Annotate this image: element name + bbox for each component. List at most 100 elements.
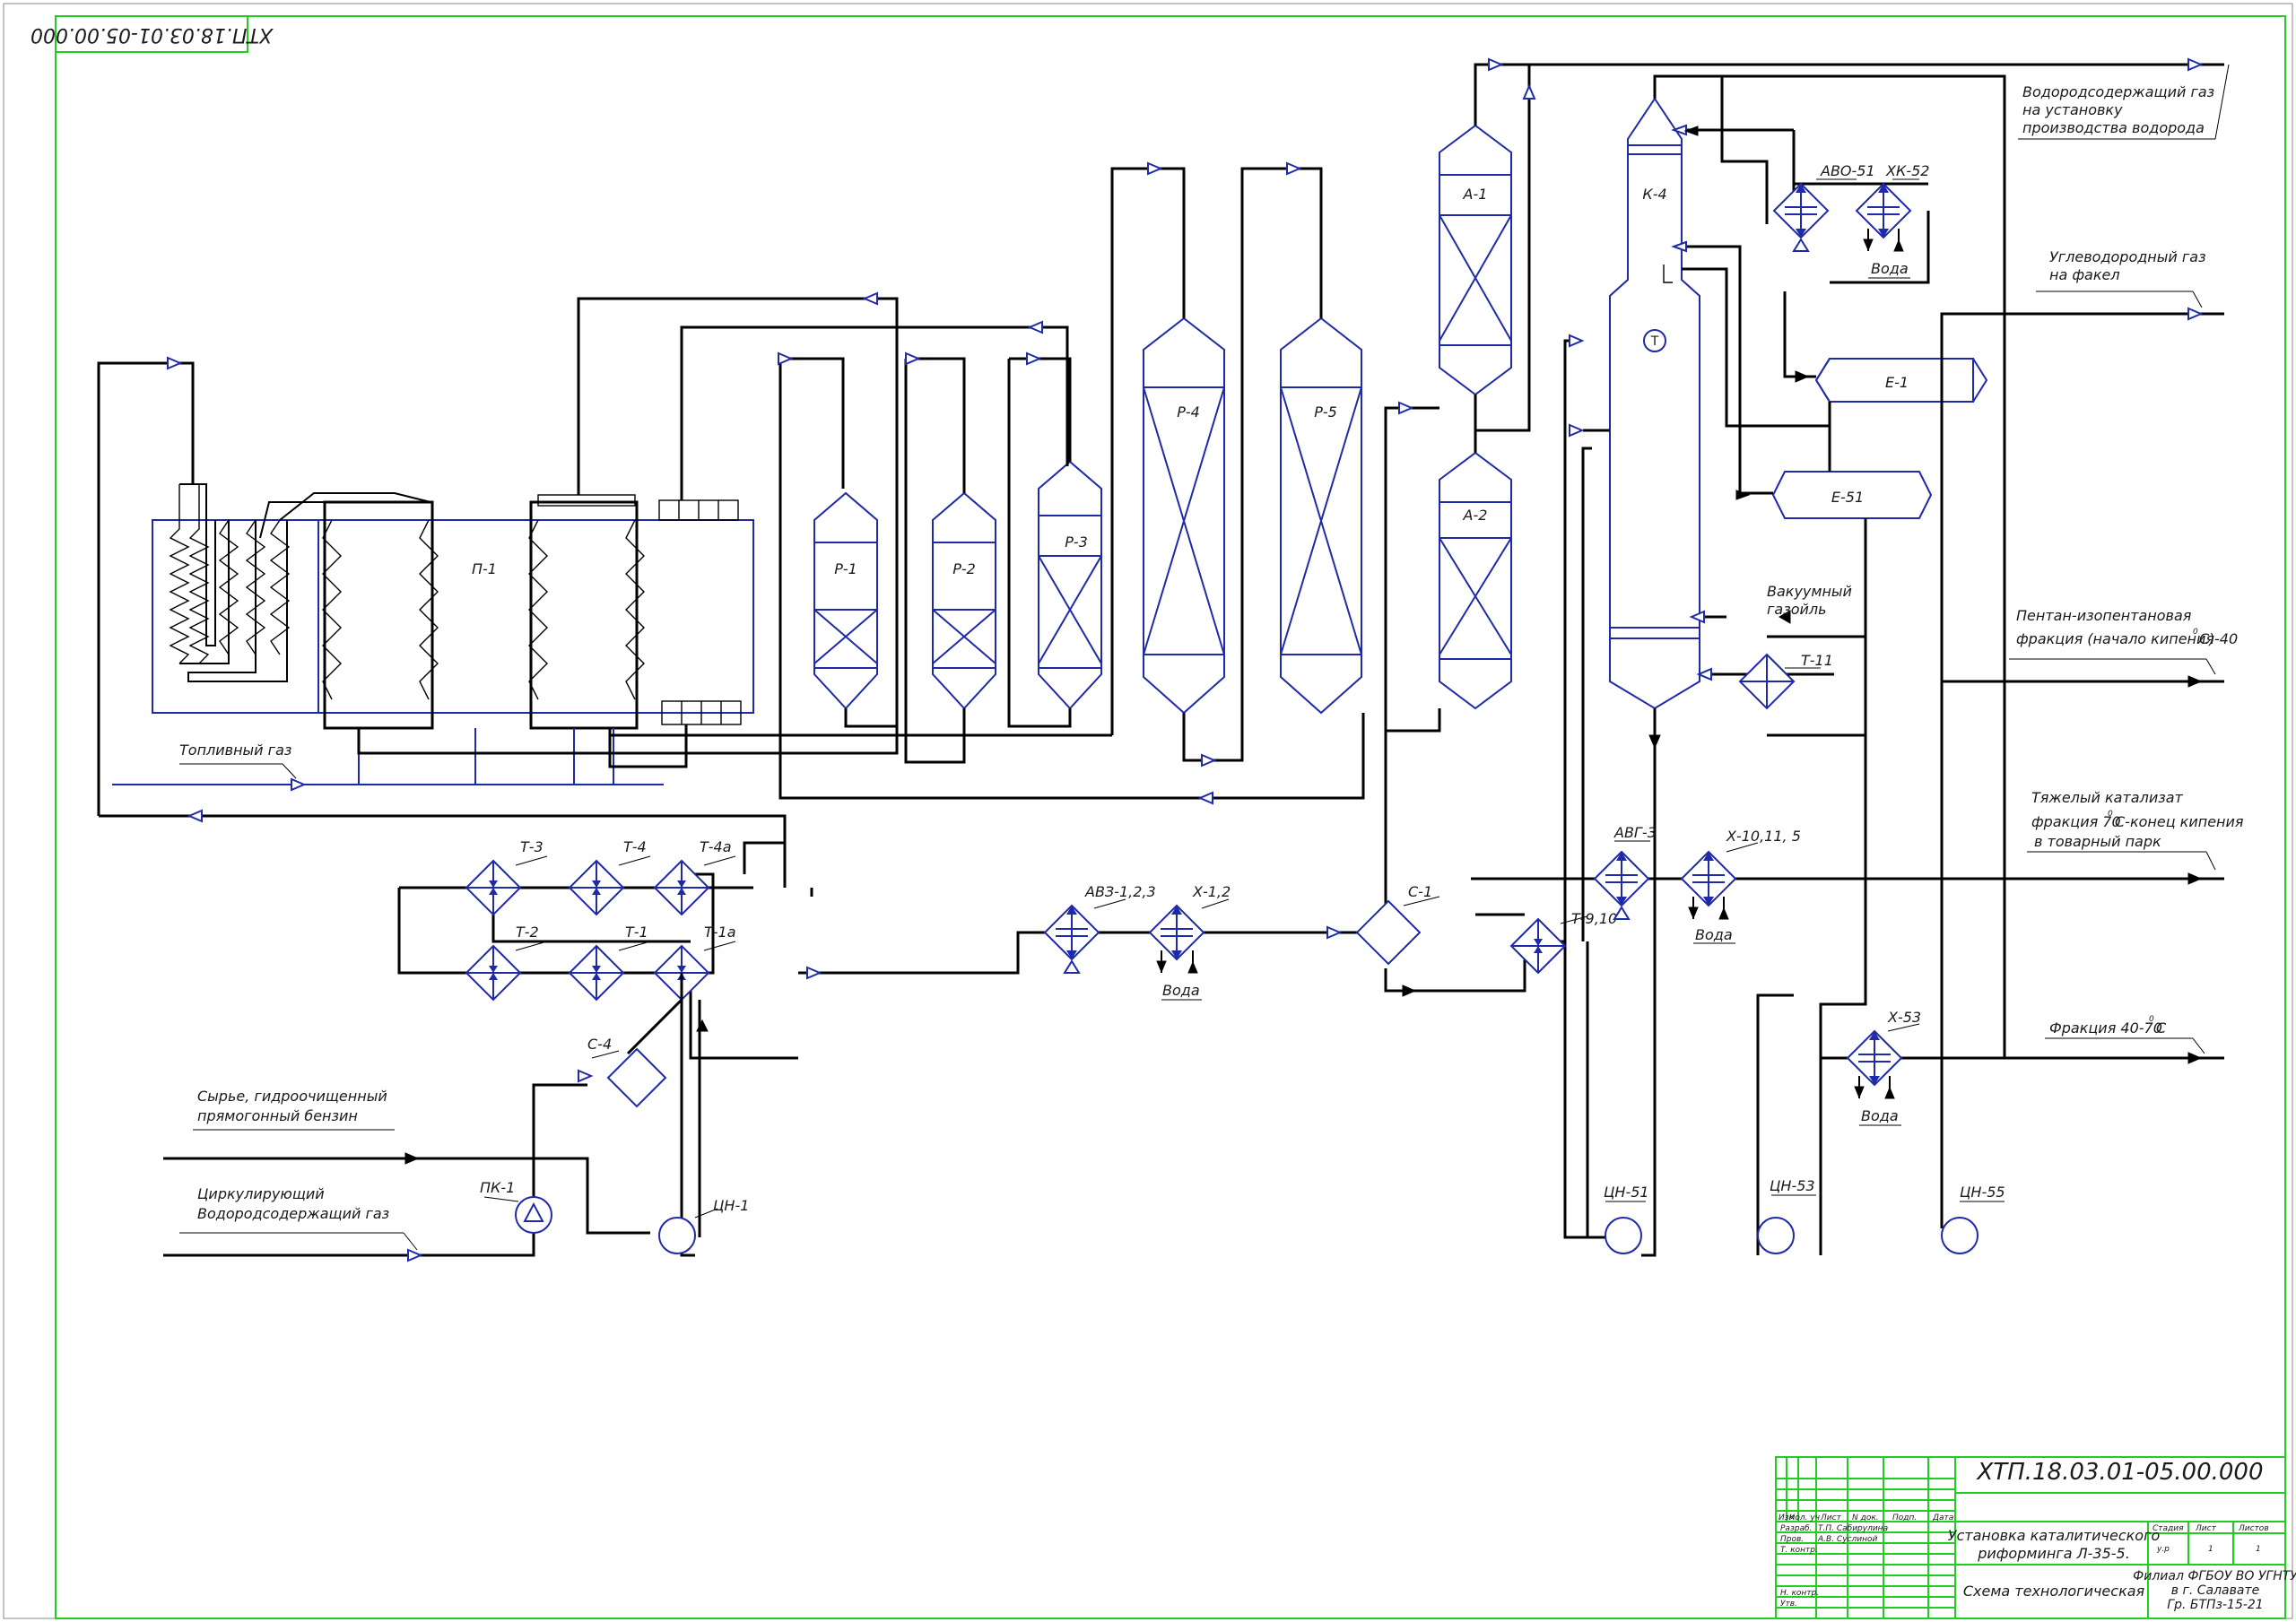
title-doc-code: ХТП.18.03.01-05.00.000 [1976, 1459, 2264, 1486]
exchanger-t11: Т-11 [1738, 652, 1833, 710]
process-flow-diagram: ХТП.18.03.01-05.00.000 П-1 Топливный газ… [3, 3, 2296, 1619]
reactor-p4: Р-4 [1143, 317, 1225, 715]
svg-text:Т-3: Т-3 [520, 838, 544, 855]
svg-text:Т. контр.: Т. контр. [1780, 1546, 1818, 1555]
air-cooler-avg3: АВГ-3 [1594, 824, 1657, 920]
stream-hydrogen: Водородсодержащий газ на установку произ… [2018, 64, 2230, 140]
vessel-label-e51: Е-51 [1831, 489, 1864, 506]
svg-text:Углеводородный газ: Углеводородный газ [2049, 248, 2206, 265]
furnace-p1: П-1 [152, 483, 754, 785]
adsorber-a1: А-1 [1439, 124, 1512, 396]
svg-text:производства водорода: производства водорода [2022, 119, 2205, 136]
svg-text:Дата: Дата [1932, 1514, 1953, 1522]
svg-text:0: 0 [2193, 628, 2198, 637]
svg-text:Водородсодержащий газ: Водородсодержащий газ [197, 1205, 389, 1222]
svg-text:ХТП.18.03.01-05.00.000: ХТП.18.03.01-05.00.000 [30, 23, 274, 46]
svg-text:Филиал ФГБОУ ВО УГНТУ: Филиал ФГБОУ ВО УГНТУ [2133, 1569, 2296, 1583]
svg-text:Установка каталитического: Установка каталитического [1948, 1527, 2161, 1544]
air-cooler-avz: АВЗ-1,2,3 [1044, 883, 1156, 974]
svg-text:АВГ-3: АВГ-3 [1613, 824, 1657, 841]
svg-text:Т.П. Сабирулина: Т.П. Сабирулина [1818, 1524, 1888, 1533]
exchanger-t2: Т-2 [465, 924, 548, 1001]
svg-text:ЦН-1: ЦН-1 [713, 1197, 749, 1214]
svg-text:С: С [2156, 1019, 2167, 1037]
cooler-x10: Х-10,11, 5 Вода [1681, 828, 1801, 944]
svg-text:Т-11: Т-11 [1801, 652, 1833, 669]
svg-text:Гр. БТПз-15-21: Гр. БТПз-15-21 [2167, 1598, 2263, 1612]
svg-text:Циркулирующий: Циркулирующий [197, 1185, 325, 1202]
pump-cn1: ЦН-1 [658, 1197, 749, 1254]
reactor-p3: Р-3 [1038, 460, 1102, 710]
svg-text:на установку: на установку [2022, 101, 2123, 118]
svg-text:1: 1 [2208, 1545, 2213, 1554]
svg-text:Стадия: Стадия [2152, 1524, 2184, 1533]
svg-text:риформинга Л-35-5.: риформинга Л-35-5. [1977, 1545, 2130, 1562]
svg-text:Листов: Листов [2238, 1524, 2269, 1533]
svg-text:в г. Салавате: в г. Салавате [2171, 1583, 2259, 1598]
svg-text:Вода: Вода [1695, 926, 1733, 943]
svg-text:Т-4а: Т-4а [700, 838, 732, 855]
adsorber-a2: А-2 [1439, 451, 1512, 710]
svg-text:Водородсодержащий газ: Водородсодержащий газ [2022, 83, 2214, 100]
svg-text:у.р: у.р [2156, 1545, 2170, 1554]
fuel-gas-label: Топливный газ [179, 742, 291, 759]
svg-text:Вода: Вода [1861, 1107, 1899, 1124]
svg-text:Сырье, гидроочищенный: Сырье, гидроочищенный [197, 1088, 387, 1105]
separator-c4: С-4 [587, 1036, 667, 1108]
svg-text:Вода: Вода [1871, 260, 1909, 277]
svg-text:1: 1 [2256, 1545, 2261, 1554]
column-label: К-4 [1642, 186, 1666, 203]
svg-text:ЦН-51: ЦН-51 [1604, 1184, 1649, 1201]
svg-text:Лист: Лист [1820, 1514, 1842, 1522]
code-stamp: ХТП.18.03.01-05.00.000 [30, 15, 274, 53]
svg-text:АВО-51: АВО-51 [1820, 162, 1875, 179]
stream-hc-gas: Углеводородный газ на факел [2036, 248, 2206, 308]
svg-text:ПК-1: ПК-1 [480, 1179, 515, 1196]
svg-text:Х-1,2: Х-1,2 [1192, 883, 1231, 900]
title-scheme: Схема технологическая [1963, 1583, 2145, 1600]
exchanger-t1a: Т-1а [654, 924, 736, 1001]
svg-text:Х-53: Х-53 [1887, 1009, 1921, 1026]
svg-text:Разраб.: Разраб. [1780, 1524, 1812, 1533]
svg-text:0: 0 [2149, 1015, 2154, 1024]
svg-text:Пров.: Пров. [1780, 1535, 1804, 1544]
svg-text:С-1: С-1 [1408, 883, 1432, 900]
separator-c1: С-1 [1355, 883, 1440, 966]
stream-fraction-40-70: Фракция 40-70 0 С [2045, 1015, 2205, 1054]
reactor-label-1: Р-1 [834, 560, 857, 577]
adsorber-label-1: А-1 [1463, 186, 1488, 203]
pump-cn51: ЦН-51 [1604, 1184, 1649, 1254]
stream-pentane: Пентан-изопентановая фракция (начало кип… [2009, 607, 2238, 675]
svg-text:Т-1а: Т-1а [704, 924, 736, 941]
thermo-symbol: T [1650, 334, 1659, 349]
svg-text:С-конец кипения: С-конец кипения [2115, 813, 2244, 830]
svg-text:Н. контр.: Н. контр. [1780, 1589, 1819, 1598]
title-block: ХТП.18.03.01-05.00.000 Установка каталит… [1775, 1456, 2296, 1619]
reactor-p2: Р-2 [932, 491, 996, 710]
stream-vacuum-gasoil: Вакуумный газойль [1767, 583, 1852, 618]
svg-text:Т-9,10: Т-9,10 [1571, 910, 1617, 927]
main-piping [97, 63, 2224, 1257]
svg-text:Пентан-изопентановая: Пентан-изопентановая [2016, 607, 2192, 624]
stream-heavy: Тяжелый катализат фракция 70 0 С-конец к… [2027, 789, 2244, 871]
cooler-x1: Х-1,2 Вода [1149, 883, 1231, 1001]
svg-text:ЦН-55: ЦН-55 [1960, 1184, 2005, 1201]
svg-text:С): С) [2199, 630, 2214, 647]
column-k4: T К-4 [1609, 97, 1700, 710]
adsorber-label-2: А-2 [1463, 507, 1488, 524]
svg-text:Подп.: Подп. [1892, 1514, 1917, 1522]
svg-text:N док.: N док. [1852, 1514, 1879, 1522]
svg-text:Х-10,11, 5: Х-10,11, 5 [1726, 828, 1801, 845]
reactor-p5: Р-5 [1280, 317, 1362, 715]
svg-text:Фракция 40-70: Фракция 40-70 [2049, 1019, 2162, 1037]
svg-text:АВЗ-1,2,3: АВЗ-1,2,3 [1084, 883, 1156, 900]
exchanger-t4: Т-4 [569, 838, 651, 915]
exchanger-t4a: Т-4а [654, 838, 736, 915]
reactor-label-5: Р-5 [1314, 403, 1337, 421]
svg-text:Кол. уч: Кол. уч [1789, 1514, 1820, 1522]
stream-feed: Сырье, гидроочищенный прямогонный бензин [193, 1088, 395, 1131]
svg-text:газойль: газойль [1767, 601, 1827, 618]
vessel-e51: Е-51 [1771, 471, 1933, 519]
sheet-edge [3, 3, 2293, 1619]
reactor-p1: Р-1 [813, 491, 878, 710]
